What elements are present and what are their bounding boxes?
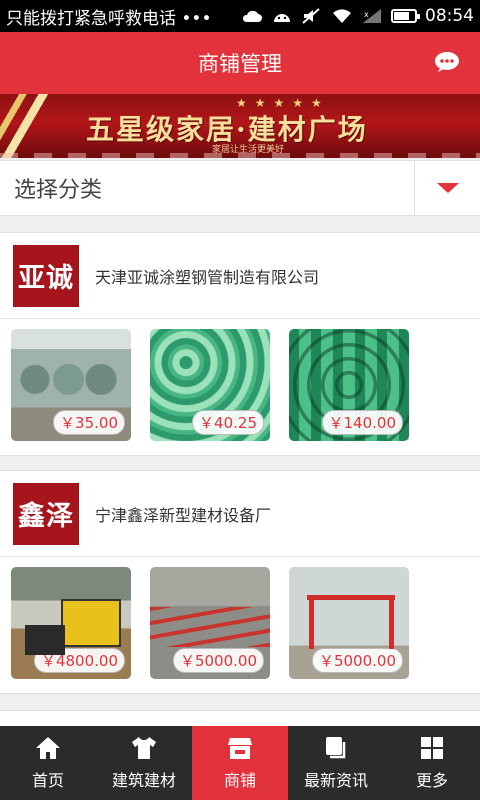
product-price: ￥35.00 [53, 410, 125, 435]
shop-name: 天津亚诚涂塑钢管制造有限公司 [95, 267, 320, 287]
status-bar: 只能拨打紧急呼救电话 ••• x 08:54 [0, 0, 480, 32]
promo-banner[interactable]: ★★★★★ 五星级家居·建材广场 家居让生活更美好 [0, 94, 480, 158]
tshirt-icon [132, 737, 156, 759]
nav-item-label: 首页 [31, 771, 64, 790]
shop-name: 宁津鑫泽新型建材设备厂 [95, 505, 272, 525]
page-title: 商铺管理 [198, 52, 282, 76]
signal-icon: x [363, 9, 381, 23]
shop-logo: 鑫泽 [13, 482, 79, 545]
banner-decoration [0, 94, 50, 158]
home-icon [36, 737, 60, 759]
nav-item-home[interactable]: 首页 [0, 726, 96, 800]
shop-icon [228, 738, 252, 759]
grid-icon [421, 737, 443, 759]
nav-item-label: 建筑建材 [111, 771, 176, 790]
product-thumbnail[interactable]: ￥140.00 [289, 329, 409, 441]
nav-item-news[interactable]: 最新资讯 [288, 726, 384, 800]
product-thumbnail[interactable]: ￥35.00 [11, 329, 131, 441]
dropdown-triangle-icon [436, 183, 459, 193]
product-row: ￥4800.00 ￥5000.00 ￥5000.00 [0, 557, 480, 693]
nav-item-more[interactable]: 更多 [384, 726, 480, 800]
nav-item-label: 最新资讯 [303, 771, 368, 790]
category-dropdown-button[interactable] [414, 160, 480, 216]
android-icon [274, 14, 290, 22]
status-time: 08:54 [425, 6, 474, 26]
nav-item-shops[interactable]: 商铺 [192, 726, 288, 800]
nav-item-building-materials[interactable]: 建筑建材 [96, 726, 192, 800]
product-thumbnail[interactable]: ￥5000.00 [150, 567, 270, 679]
nav-item-label: 更多 [415, 771, 448, 790]
product-price: ￥4800.00 [33, 648, 125, 673]
nav-item-label: 商铺 [223, 771, 256, 790]
banner-pattern [0, 153, 480, 158]
shop-logo: 亚诚 [13, 244, 79, 307]
chat-icon[interactable] [434, 51, 460, 73]
product-row: ￥35.00 ￥40.25 ￥140.00 [0, 319, 480, 455]
product-thumbnail[interactable]: ￥40.25 [150, 329, 270, 441]
svg-text:x: x [364, 10, 369, 19]
product-price: ￥140.00 [321, 410, 403, 435]
product-price: ￥5000.00 [311, 648, 403, 673]
product-thumbnail[interactable]: ￥5000.00 [289, 567, 409, 679]
wifi-icon [333, 9, 351, 23]
status-icons: x 08:54 [241, 6, 474, 26]
title-bar: 商铺管理 [0, 32, 480, 94]
shop-header[interactable]: 亚诚 天津亚诚涂塑钢管制造有限公司 [0, 233, 480, 319]
shop-card: 亚诚 天津亚诚涂塑钢管制造有限公司 ￥35.00 ￥40.25 ￥140.00 [0, 232, 480, 456]
category-selector-label: 选择分类 [14, 178, 103, 203]
news-icon [326, 737, 346, 759]
shop-header[interactable]: 鑫泽 宁津鑫泽新型建材设备厂 [0, 471, 480, 557]
product-price: ￥5000.00 [172, 648, 264, 673]
shop-card: 鑫泽 宁津鑫泽新型建材设备厂 ￥4800.00 ￥5000.00 ￥5000.0… [0, 470, 480, 694]
category-selector[interactable]: 选择分类 [0, 160, 480, 216]
product-thumbnail[interactable]: ￥4800.00 [11, 567, 131, 679]
cloud-icon [242, 10, 262, 22]
bottom-nav: 首页 建筑建材 商铺 最新资讯 更多 [0, 726, 480, 800]
battery-icon [391, 9, 420, 23]
product-price: ￥40.25 [192, 410, 264, 435]
mute-icon [302, 8, 320, 24]
status-notification-text: 只能拨打紧急呼救电话 ••• [6, 8, 212, 29]
